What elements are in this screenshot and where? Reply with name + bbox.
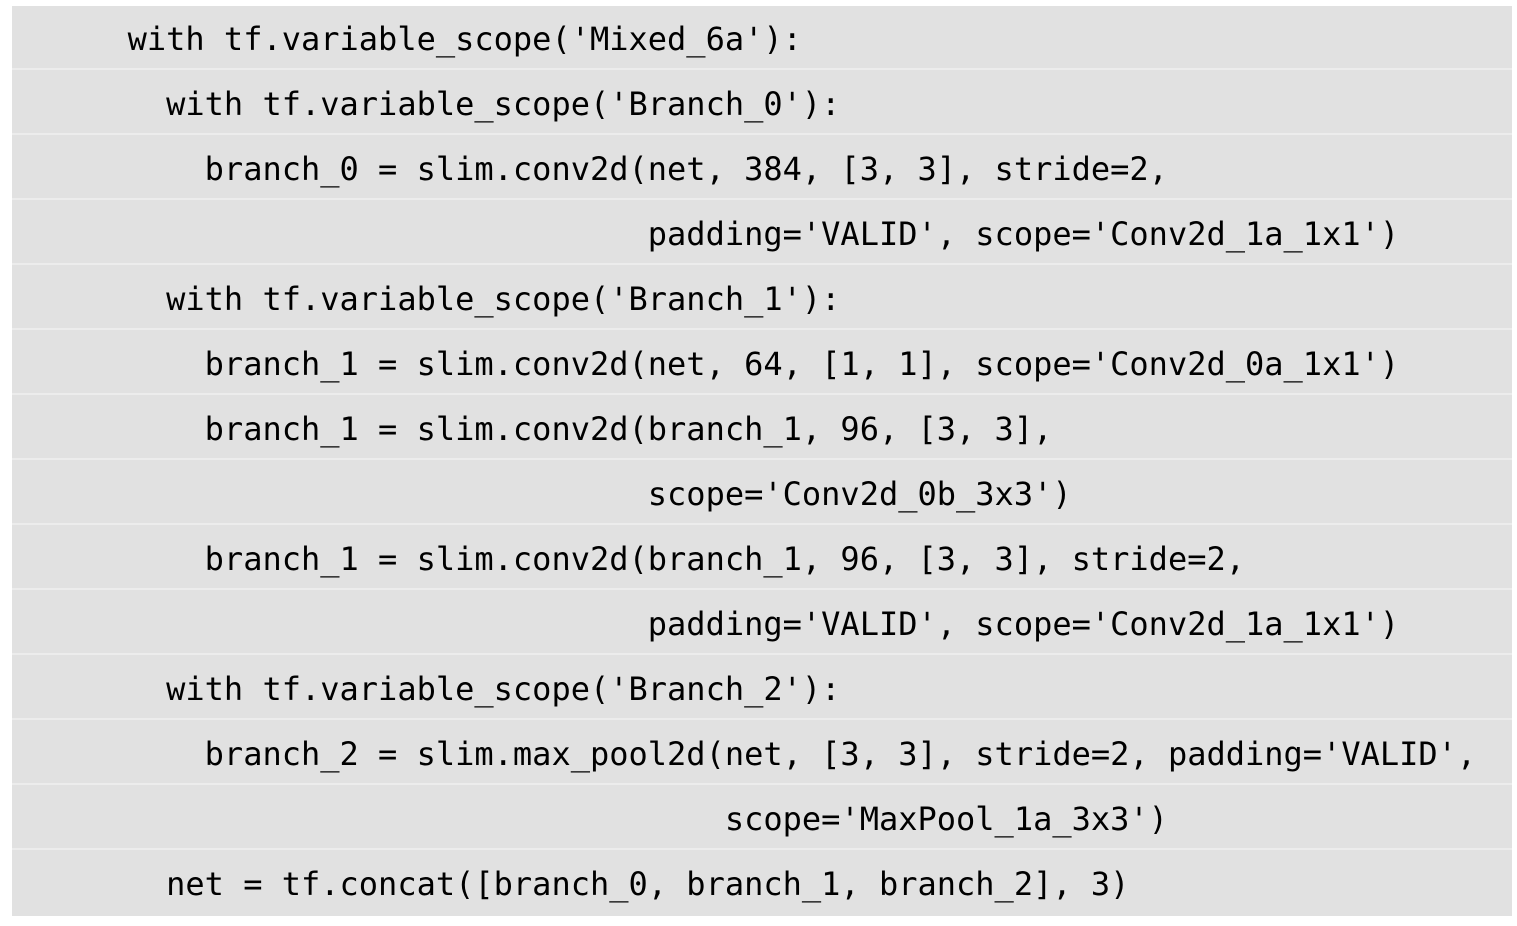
code-line: net = tf.concat([branch_0, branch_1, bra… (12, 865, 1130, 903)
code-block: with tf.variable_scope('Mixed_6a'): with… (12, 6, 1512, 916)
code-line: scope='Conv2d_0b_3x3') (12, 463, 1512, 525)
code-line: branch_1 = slim.conv2d(branch_1, 96, [3,… (12, 528, 1512, 590)
code-line: branch_1 = slim.conv2d(branch_1, 96, [3,… (12, 398, 1512, 460)
code-line: branch_2 = slim.max_pool2d(net, [3, 3], … (12, 723, 1512, 785)
code-line: with tf.variable_scope('Mixed_6a'): (12, 8, 1512, 70)
code-line: with tf.variable_scope('Branch_1'): (12, 268, 1512, 330)
code-line: branch_0 = slim.conv2d(net, 384, [3, 3],… (12, 138, 1512, 200)
code-line: with tf.variable_scope('Branch_2'): (12, 658, 1512, 720)
code-line: padding='VALID', scope='Conv2d_1a_1x1') (12, 203, 1512, 265)
code-line: branch_1 = slim.conv2d(net, 64, [1, 1], … (12, 333, 1512, 395)
code-line: with tf.variable_scope('Branch_0'): (12, 73, 1512, 135)
code-line: scope='MaxPool_1a_3x3') (12, 788, 1512, 850)
code-line: padding='VALID', scope='Conv2d_1a_1x1') (12, 593, 1512, 655)
